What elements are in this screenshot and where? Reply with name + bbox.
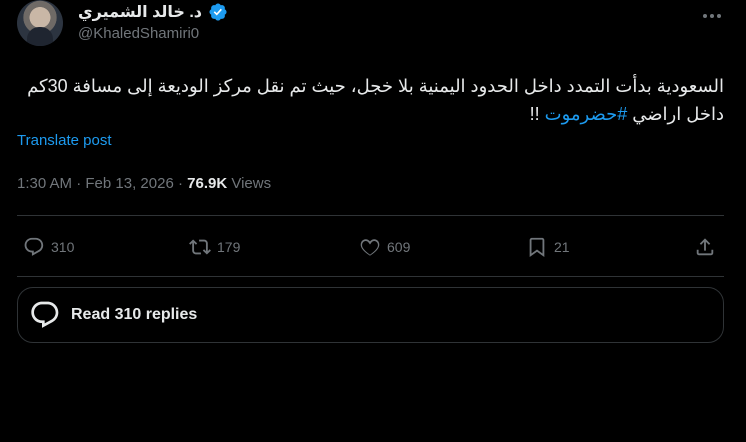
like-icon [360, 239, 380, 256]
meta-separator: · [76, 175, 82, 192]
like-button[interactable]: 609 [359, 236, 410, 258]
reply-count: 310 [51, 239, 75, 255]
repost-button[interactable]: 179 [189, 236, 240, 258]
translate-post-link[interactable]: Translate post [17, 132, 112, 149]
tweet-time[interactable]: 1:30 AM [17, 175, 72, 192]
bookmark-button[interactable]: 21 [526, 236, 570, 258]
author-name-row[interactable]: د. خالد الشميري [78, 2, 228, 22]
bookmark-icon [529, 237, 545, 258]
share-icon [696, 238, 714, 256]
avatar[interactable] [17, 0, 63, 46]
read-replies-label: Read 310 replies [71, 306, 198, 323]
divider [17, 215, 724, 216]
verified-badge-icon [209, 3, 227, 21]
tweet-detail: د. خالد الشميري @KhaledShamiri0 السعودية… [0, 0, 742, 356]
bookmark-count: 21 [554, 239, 570, 255]
hashtag-link[interactable]: #حضرموت [545, 104, 628, 124]
repost-icon [189, 239, 211, 255]
read-replies-button[interactable]: Read 310 replies [17, 287, 724, 343]
divider [17, 276, 724, 277]
read-replies-icon [31, 301, 59, 328]
repost-count: 179 [217, 239, 241, 255]
tweet-meta: 1:30 AM · Feb 13, 2026 · 76.9K Views [17, 175, 271, 192]
scrollbar-gutter [741, 0, 746, 442]
reply-button[interactable]: 310 [23, 236, 74, 258]
tweet-date[interactable]: Feb 13, 2026 [85, 175, 173, 192]
tweet-text: السعودية بدأت التمدد داخل الحدود اليمنية… [19, 72, 724, 128]
meta-separator-2: · [177, 175, 183, 192]
more-icon[interactable] [700, 4, 724, 28]
share-button[interactable] [694, 236, 716, 258]
views-label: Views [231, 175, 272, 192]
author-name[interactable]: د. خالد الشميري [78, 2, 202, 22]
like-count: 609 [387, 239, 411, 255]
author-handle[interactable]: @KhaledShamiri0 [78, 25, 199, 42]
tweet-text-tail: !! [529, 104, 545, 124]
views-count: 76.9K [187, 175, 228, 192]
reply-icon [24, 237, 44, 256]
